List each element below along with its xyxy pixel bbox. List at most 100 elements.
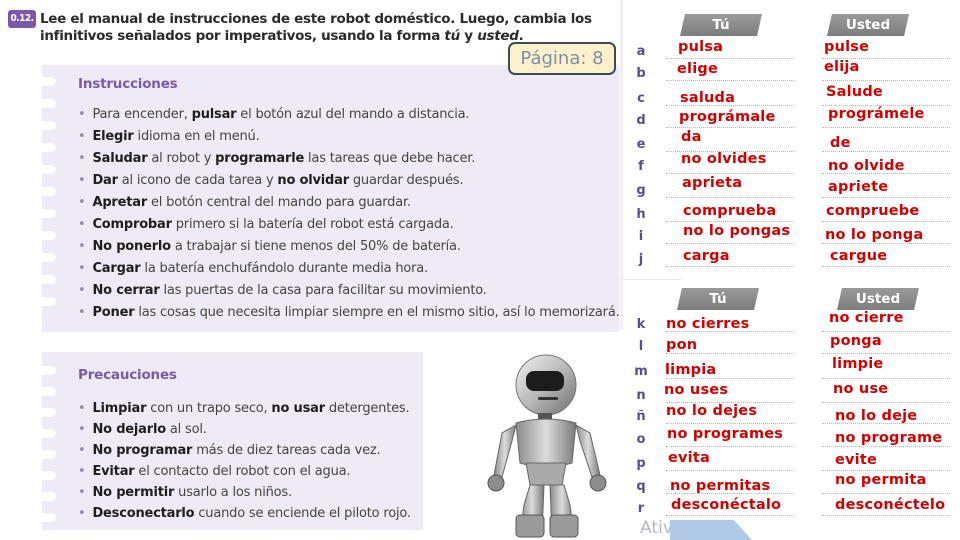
answer-line-usted [822, 515, 950, 516]
answer-line-usted [822, 243, 950, 244]
answer-tu[interactable]: no olvides [681, 151, 767, 167]
answer-line-tu [666, 446, 794, 447]
answer-tu[interactable]: pon [666, 337, 697, 353]
notebook-spiral [34, 352, 58, 530]
answer-usted[interactable]: prográmele [828, 106, 925, 122]
row-letter: n [636, 388, 646, 403]
infinitive-verb: Evitar [92, 464, 135, 479]
instructions-item: Cargar la batería enchufándolo durante m… [78, 258, 620, 280]
spiral-hole [34, 492, 56, 501]
answer-line-tu [666, 243, 794, 244]
infinitive-verb: Cargar [92, 261, 141, 276]
answer-usted[interactable]: cargue [830, 248, 887, 264]
answer-usted[interactable]: no lo ponga [825, 227, 923, 243]
answer-tu[interactable]: comprueba [683, 203, 776, 219]
answer-line-usted [822, 127, 950, 128]
spiral-hole [34, 121, 56, 130]
row-letter: ñ [636, 409, 646, 424]
spiral-hole [34, 209, 56, 218]
robot-image [487, 354, 607, 538]
spiral-hole [34, 99, 56, 108]
answer-tu[interactable]: carga [683, 248, 730, 264]
answer-usted[interactable]: elija [824, 59, 860, 75]
infinitive-verb: Dar [92, 173, 118, 188]
answer-usted[interactable]: desconéctelo [835, 497, 945, 513]
header-tu-1: Tú [680, 14, 762, 36]
row-letter: g [636, 183, 646, 198]
answer-tu[interactable]: aprieta [682, 175, 742, 191]
answer-line-usted [822, 446, 950, 447]
answer-tu[interactable]: no cierres [666, 316, 750, 332]
answer-line-usted [822, 197, 950, 198]
answer-usted[interactable]: no permita [835, 472, 927, 488]
answer-usted[interactable]: no lo deje [835, 408, 917, 424]
section-divider [622, 279, 682, 280]
row-letter: e [636, 137, 646, 152]
instructions-item: Para encender, pulsar el botón azul del … [78, 104, 620, 126]
answer-tu[interactable]: evita [668, 450, 710, 466]
spiral-hole [34, 297, 56, 306]
answer-usted[interactable]: pulse [824, 39, 869, 55]
answer-usted[interactable]: compruebe [826, 203, 919, 219]
spiral-hole [34, 450, 56, 459]
instructions-heading: Instrucciones [78, 76, 178, 92]
item-text: Para encender, [92, 107, 192, 122]
answer-tu[interactable]: no programes [667, 426, 783, 442]
spiral-hole [34, 275, 56, 284]
answer-tu[interactable]: elige [677, 61, 718, 77]
row-letter: q [636, 479, 646, 494]
item-text: al robot y [147, 151, 216, 166]
answer-tu[interactable]: da [681, 129, 702, 145]
instructions-panel: Instrucciones Para encender, pulsar el b… [34, 65, 620, 332]
page-number-tag: Página: 8 [508, 42, 616, 75]
answers-area: Tú Usted Tú Usted a pulsa pulse b elige elija… [622, 0, 960, 540]
spiral-hole [34, 429, 56, 438]
answer-line-usted [822, 266, 950, 267]
answer-usted[interactable]: no cierre [829, 310, 904, 326]
precautions-item: Desconectarlo cuando se enciende el pilo… [78, 503, 411, 524]
answer-line-tu [666, 423, 794, 424]
instructions-item: Comprobar primero si la batería del robo… [78, 214, 620, 236]
answer-tu[interactable]: saluda [680, 90, 735, 106]
precautions-list: Limpiar con un trapo seco, no usar deter… [78, 398, 411, 524]
answer-tu[interactable]: limpia [665, 362, 716, 378]
answer-tu[interactable]: pulsa [678, 39, 723, 55]
spiral-hole [34, 387, 56, 396]
row-letter: h [636, 207, 646, 222]
answer-tu[interactable]: no uses [664, 382, 728, 398]
answer-usted[interactable]: no olvide [828, 158, 905, 174]
infinitive-verb: No dejarlo [92, 422, 166, 437]
answer-usted[interactable]: limpie [832, 356, 883, 372]
header-usted-2: Usted [837, 288, 919, 310]
answer-usted[interactable]: apriete [828, 179, 888, 195]
item-text: el contacto del robot con el agua. [134, 464, 351, 479]
answer-usted[interactable]: no use [833, 381, 888, 397]
answer-line-tu [666, 197, 794, 198]
answer-usted[interactable]: no programe [835, 430, 942, 446]
answer-line-tu [666, 58, 794, 59]
spiral-hole [34, 366, 56, 375]
row-letter: m [634, 364, 648, 379]
answer-tu[interactable]: no lo pongas [683, 223, 790, 239]
spiral-hole [34, 77, 56, 86]
row-letter: i [638, 229, 644, 244]
row-letter: c [637, 91, 645, 106]
instructions-item: Poner las cosas que necesita limpiar sie… [78, 302, 619, 324]
item-text: las puertas de la casa para facilitar su… [159, 283, 487, 298]
item-text: al sol. [165, 422, 207, 437]
answer-tu[interactable]: no lo dejes [666, 403, 757, 419]
answer-usted[interactable]: de [830, 135, 851, 151]
infinitive-verb: no olvidar [277, 173, 349, 188]
answer-usted[interactable]: evite [835, 452, 877, 468]
answer-tu[interactable]: desconéctalo [671, 497, 781, 513]
answer-usted[interactable]: ponga [830, 333, 882, 349]
answer-tu[interactable]: no permitas [670, 478, 770, 494]
instructions-item: Elegir idioma en el menú. [78, 126, 620, 148]
answer-line-tu [666, 470, 794, 471]
header-tu-2: Tú [677, 288, 759, 310]
exercise-instructions: Lee el manual de instrucciones de este r… [40, 11, 620, 45]
item-text: guardar después. [348, 173, 464, 188]
answer-usted[interactable]: Salude [826, 84, 883, 100]
infinitive-verb: Limpiar [92, 401, 147, 416]
answer-tu[interactable]: prográmale [679, 109, 776, 125]
